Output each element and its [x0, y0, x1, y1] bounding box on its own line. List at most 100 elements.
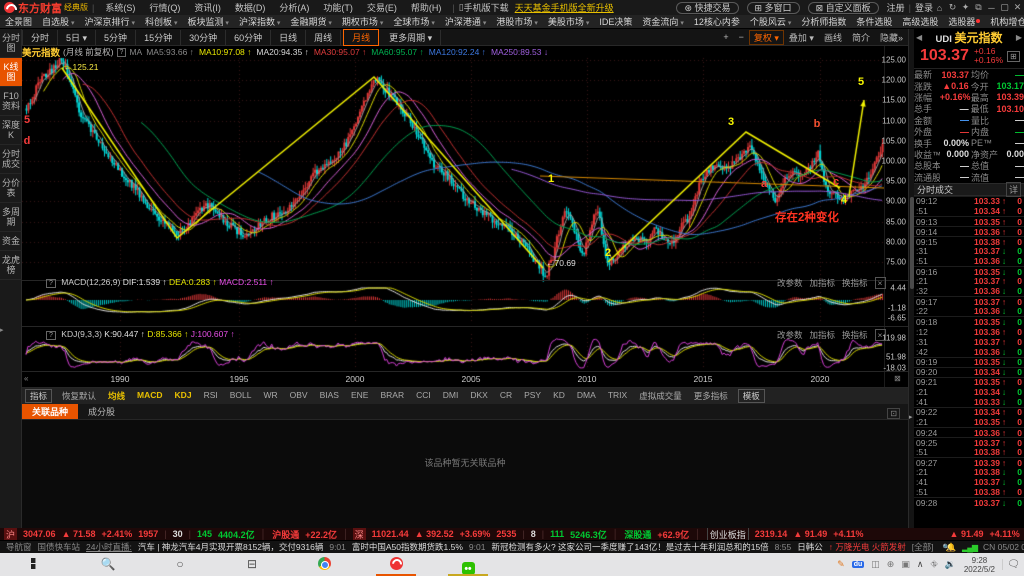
nav-item[interactable]: 机构增仓 — [985, 15, 1024, 28]
period-tab-日线[interactable]: 日线 — [271, 30, 306, 45]
nav-item[interactable]: 12核心内参 — [689, 15, 745, 28]
indicator-tab-DKX[interactable]: DKX — [464, 390, 493, 402]
taskbar-clock[interactable]: 9:282022/5/2 — [964, 556, 995, 574]
indicator-tab-DMA[interactable]: DMA — [571, 390, 602, 402]
indicator-tab-WR[interactable]: WR — [257, 390, 283, 402]
indicator-ctrl-换指标[interactable]: 换指标 — [842, 330, 868, 340]
indicator-tab-MACD[interactable]: MACD — [131, 390, 169, 402]
ticker-item[interactable]: 导航窗 — [6, 541, 32, 553]
refresh-icon[interactable]: ↻ — [946, 2, 959, 13]
window-mode-icon[interactable]: ⧉ — [972, 2, 985, 13]
start-button[interactable] — [0, 553, 72, 576]
prev-instrument-icon[interactable]: ◀ — [916, 33, 922, 42]
tray-icon[interactable]: ▣ — [901, 559, 910, 570]
indicator-tab-BRAR[interactable]: BRAR — [374, 390, 410, 402]
period-tab-15分钟[interactable]: 15分钟 — [136, 30, 181, 45]
nav-item[interactable]: 沪深京排行 ▾ — [80, 15, 140, 28]
ticker-item[interactable]: 新冠检测有多火? 这家公司一季度赚了143亿！是过去十年利润总和的15倍 — [491, 541, 768, 553]
nav-item[interactable]: 全景图 — [0, 15, 37, 28]
download-link[interactable]: 手机版下载 — [464, 1, 509, 14]
indicator-tab-更多指标[interactable]: 更多指标 — [688, 390, 734, 402]
help-icon[interactable]: ? — [46, 279, 56, 288]
period-tab-周线[interactable]: 周线 — [306, 30, 341, 45]
nav-item[interactable]: 沪深指数 ▾ — [234, 15, 285, 28]
sidebar-item-多周期[interactable]: 多周期 — [0, 203, 22, 232]
indicator-tab-RSI[interactable]: RSI — [198, 390, 224, 402]
nav-item[interactable]: 资金流向 ▾ — [637, 15, 688, 28]
tray-expand-icon[interactable]: ∧ — [917, 559, 924, 570]
ticker-item[interactable]: [全部] — [912, 541, 934, 553]
task-view-icon[interactable]: ⊟ — [216, 553, 288, 576]
hide-button[interactable]: 隐藏» — [875, 31, 908, 44]
eastmoney-app-icon[interactable] — [360, 553, 432, 576]
period-tab-5日[interactable]: 5日 ▾ — [58, 30, 96, 45]
home-icon[interactable]: ⌂ — [933, 3, 946, 13]
nav-item[interactable]: 自选股 ▾ — [37, 15, 79, 28]
sidebar-item-龙虎榜[interactable]: 龙虎榜 — [0, 251, 22, 280]
sidebar-item-F10资料[interactable]: F10资料 — [0, 87, 22, 116]
cortana-icon[interactable]: ○ — [144, 553, 216, 576]
ticker-item[interactable]: 富时中国A50指数期货跌1.5% — [352, 541, 463, 553]
multi-window-button[interactable]: ⊞ 多窗口 — [747, 2, 800, 14]
indicator-ctrl-换指标[interactable]: 换指标 — [842, 278, 868, 288]
nav-item[interactable]: 条件选股 — [851, 15, 897, 28]
axis-maximize-icon[interactable]: ⊠ — [894, 374, 901, 383]
indicator-tab-ENE[interactable]: ENE — [345, 390, 374, 402]
login-link[interactable]: 登录 — [915, 1, 933, 14]
chrome-icon[interactable] — [288, 553, 360, 576]
ticker-item[interactable]: 9:01 — [329, 542, 346, 552]
nav-item[interactable]: 沪深港通 ▾ — [440, 15, 491, 28]
menu-交易(E)[interactable]: 交易(E) — [360, 1, 404, 14]
ticker-item[interactable]: 汽车 | 神龙汽车4月实现开票8152辆，交付9316辆 — [138, 541, 323, 553]
ticker-item[interactable]: 24小时直播: — [86, 541, 132, 553]
action-center-icon[interactable]: 🗨 — [1002, 559, 1024, 570]
help-icon[interactable]: ? — [46, 331, 56, 340]
period-tab-分时[interactable]: 分时 — [22, 30, 58, 45]
indicator-tab-BIAS[interactable]: BIAS — [314, 390, 345, 402]
tray-icon[interactable]: ◫ — [871, 559, 880, 570]
menu-分析(A)[interactable]: 分析(A) — [272, 1, 316, 14]
nav-item[interactable]: 全球市场 ▾ — [388, 15, 439, 28]
ticker-item[interactable]: 9:01 — [469, 542, 486, 552]
nav-item[interactable]: 期权市场 ▾ — [337, 15, 388, 28]
related-tab-关联品种[interactable]: 关联品种 — [22, 404, 78, 419]
sidebar-item-分时图[interactable]: 分时图 — [0, 29, 22, 58]
add-to-watchlist-icon[interactable]: ⊞ — [1007, 51, 1020, 62]
close-pane-icon[interactable]: × — [875, 329, 886, 341]
intro-button[interactable]: 简介 — [847, 31, 875, 44]
index-status-bar[interactable]: 沪3047.06▲ 71.58+2.41%1957|30|1454404.2亿│… — [0, 528, 1024, 540]
indicator-tab-虚拟成交量[interactable]: 虚拟成交量 — [633, 390, 688, 402]
ticker-item[interactable]: 8:55 — [775, 542, 792, 552]
indicator-tab-OBV[interactable]: OBV — [284, 390, 314, 402]
next-instrument-icon[interactable]: ▶ — [1016, 33, 1022, 42]
menu-资讯(I)[interactable]: 资讯(I) — [187, 1, 228, 14]
trade-list[interactable]: 09:12103.33↑0:51103.34↑009:13103.35↑009:… — [914, 196, 1024, 508]
register-link[interactable]: 注册 — [887, 1, 905, 14]
sidebar-item-分时成交[interactable]: 分时成交 — [0, 145, 22, 174]
tray-icon[interactable]: ⊕ — [887, 559, 895, 570]
sidebar-item-资金[interactable]: 资金 — [0, 232, 22, 251]
indicator-ctrl-改参数[interactable]: 改参数 — [777, 278, 803, 288]
close-pane-icon[interactable]: × — [875, 277, 886, 289]
sidebar-splitter-handle[interactable]: ▸ — [0, 326, 4, 334]
network-icon[interactable]: ⛗ — [930, 559, 937, 570]
menu-帮助(H)[interactable]: 帮助(H) — [404, 1, 449, 14]
indicator-tab-BOLL[interactable]: BOLL — [224, 390, 258, 402]
indicator-ctrl-加指标[interactable]: 加指标 — [810, 278, 836, 288]
template-button[interactable]: 模板 — [738, 389, 765, 403]
sidebar-item-深度K[interactable]: 深度K — [0, 116, 22, 145]
nav-item[interactable]: 美股市场 ▾ — [543, 15, 594, 28]
ticker-item[interactable]: 日韩公 — [797, 541, 823, 553]
scroll-left-icon[interactable]: « — [24, 374, 28, 383]
nav-item[interactable]: 金融期货 ▾ — [285, 15, 336, 28]
indicator-ctrl-加指标[interactable]: 加指标 — [810, 330, 836, 340]
quick-trade-button[interactable]: ⊛ 快捷交易 — [676, 2, 738, 14]
indicator-tab-均线[interactable]: 均线 — [102, 390, 131, 402]
indicator-tab-KD[interactable]: KD — [547, 390, 571, 402]
zoom-out-button[interactable]: − — [734, 32, 749, 42]
sidebar-item-分价表[interactable]: 分价表 — [0, 174, 22, 203]
overlay-dropdown[interactable]: 叠加 ▾ — [784, 31, 819, 44]
adjust-dropdown[interactable]: 复权 ▾ — [749, 30, 784, 45]
nav-item[interactable]: 高级选股 — [897, 15, 943, 28]
indicator-tab-DMI[interactable]: DMI — [437, 390, 465, 402]
